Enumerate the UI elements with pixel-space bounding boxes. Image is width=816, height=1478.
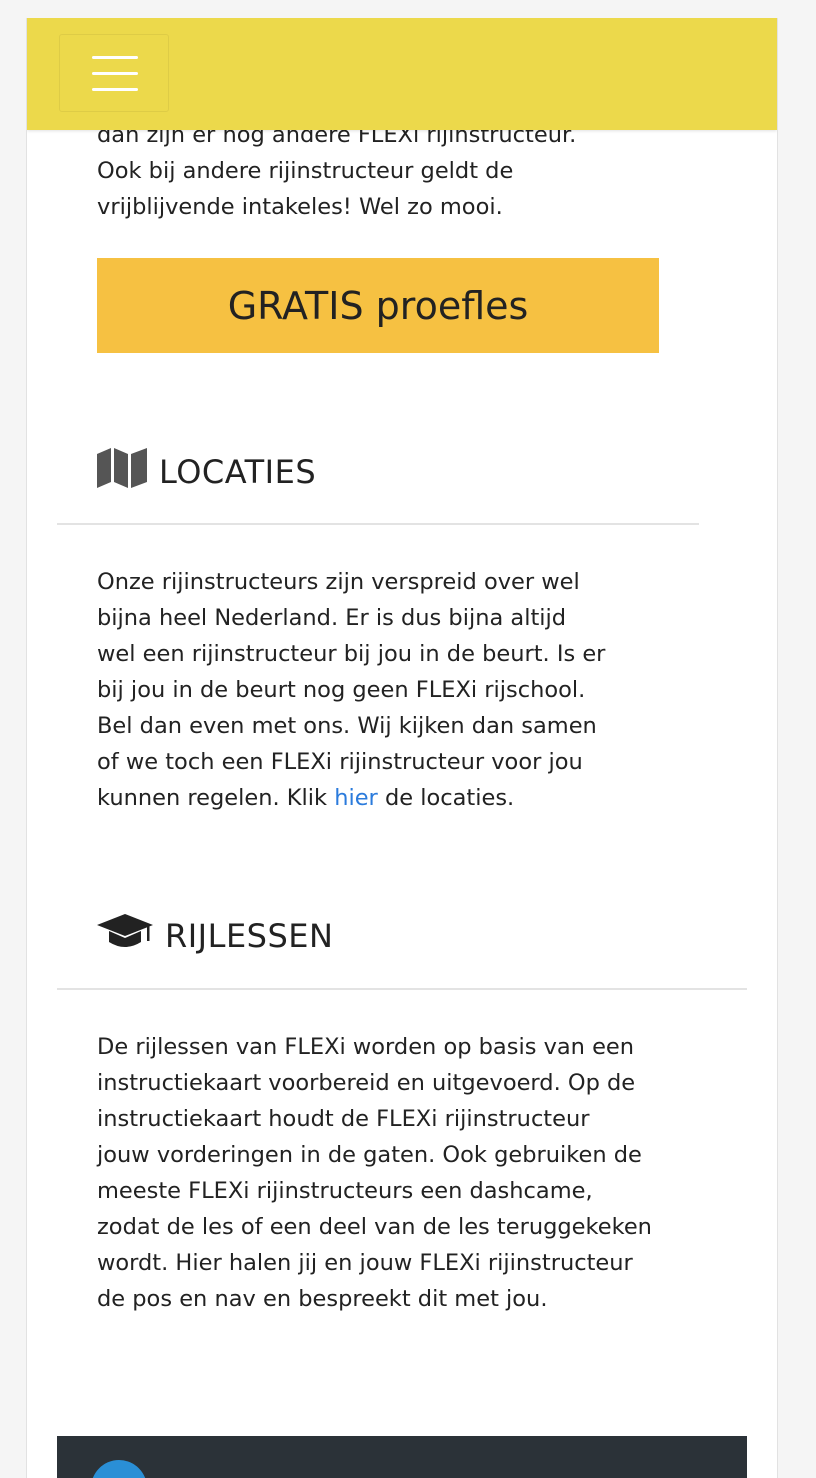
locaties-line: of we toch een FLEXi rijinstructeur voor… [97,749,583,775]
locaties-heading: LOCATIES [97,448,316,496]
play-button-icon[interactable] [91,1460,147,1478]
section-divider [57,988,747,990]
intro-line: vrijblijvende intakeles! Wel zo mooi. [97,194,503,220]
navbar [27,18,777,130]
graduation-cap-icon [97,914,165,958]
rijlessen-line: de pos en nav en bespreekt dit met jou. [97,1286,548,1312]
locaties-line-end: de locaties. [377,785,515,811]
map-icon [97,448,159,496]
rijlessen-line: wordt. Hier halen jij en jouw FLEXi riji… [97,1250,633,1276]
locaties-line: kunnen regelen. Klik hier de locaties. [97,780,717,816]
rijlessen-line: meeste FLEXi rijinstructeurs een dashcam… [97,1178,593,1204]
locaties-line-start: kunnen regelen. Klik [97,785,335,811]
locaties-title: LOCATIES [159,453,317,491]
intro-text: dan zijn er nog andere FLEXi rijinstruct… [97,117,717,225]
locaties-line: Bel dan even met ons. Wij kijken dan sam… [97,713,597,739]
rijlessen-line: instructiekaart houdt de FLEXi rijinstru… [97,1106,590,1132]
rijlessen-line: jouw vorderingen in de gaten. Ook gebrui… [97,1142,642,1168]
rijlessen-line: zodat de les of een deel van de les teru… [97,1214,652,1240]
intro-line: Ook bij andere rijinstructeur geldt de [97,158,514,184]
page: dan zijn er nog andere FLEXi rijinstruct… [26,18,778,1478]
locaties-line: bij jou in de beurt nog geen FLEXi rijsc… [97,677,586,703]
rijlessen-title: RIJLESSEN [165,917,334,955]
locaties-link[interactable]: hier [334,785,378,811]
gratis-proefles-button[interactable]: GRATIS proefles [97,258,659,353]
locaties-line: bijna heel Nederland. Er is dus bijna al… [97,605,567,631]
rijlessen-line: instructiekaart voorbereid en uitgevoerd… [97,1070,636,1096]
rijlessen-heading: RIJLESSEN [97,914,333,958]
locaties-text: Onze rijinstructeurs zijn verspreid over… [97,564,717,816]
rijlessen-text: De rijlessen van FLEXi worden op basis v… [97,1029,737,1317]
video-embed[interactable] [57,1436,747,1478]
rijlessen-line: De rijlessen van FLEXi worden op basis v… [97,1034,635,1060]
locaties-line: Onze rijinstructeurs zijn verspreid over… [97,569,580,595]
section-divider [57,523,699,525]
menu-toggle-button[interactable] [59,34,169,112]
locaties-line: wel een rijinstructeur bij jou in de beu… [97,641,606,667]
